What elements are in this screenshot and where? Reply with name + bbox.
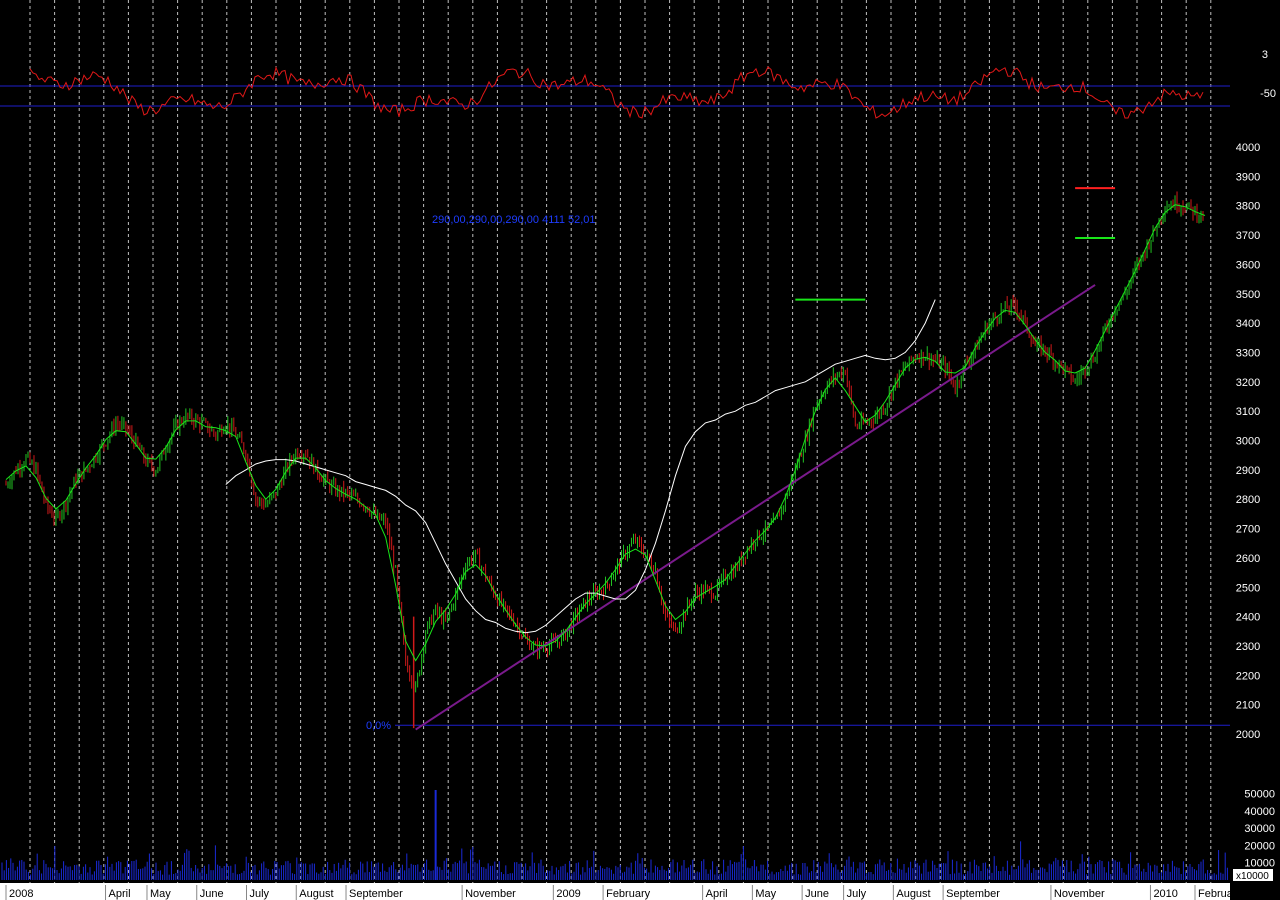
price-tick-3300: 3300	[1236, 347, 1260, 359]
price-tick-3900: 3900	[1236, 171, 1260, 183]
volume-tick-20000: 20000	[1244, 840, 1275, 852]
volume-tick-30000: 30000	[1244, 823, 1275, 835]
month-label-2: May	[150, 888, 171, 900]
volume-tick-50000: 50000	[1244, 788, 1275, 800]
volume-tick-40000: 40000	[1244, 806, 1275, 818]
month-label-6: September	[349, 888, 403, 900]
price-tick-3500: 3500	[1236, 289, 1260, 301]
month-label-5: August	[299, 888, 333, 900]
price-tick-2500: 2500	[1236, 582, 1260, 594]
month-label-14: August	[896, 888, 930, 900]
month-label-4: July	[249, 888, 269, 900]
price-tick-3400: 3400	[1236, 318, 1260, 330]
month-label-10: April	[706, 888, 728, 900]
price-tick-2600: 2600	[1236, 553, 1260, 565]
osc-tick-minus50: -50	[1260, 88, 1276, 100]
price-tick-2000: 2000	[1236, 729, 1260, 741]
price-tick-2200: 2200	[1236, 670, 1260, 682]
month-label-15: September	[946, 888, 1000, 900]
price-annotation: 290,00,290,00,290,00 4111 52,01	[432, 214, 596, 226]
month-label-9: February	[606, 888, 651, 900]
month-label-8: 2009	[556, 888, 580, 900]
month-label-7: November	[465, 888, 516, 900]
month-label-13: July	[847, 888, 867, 900]
month-label-18: February	[1198, 888, 1243, 900]
fib-0-label: 0,0%	[366, 720, 391, 732]
price-tick-4000: 4000	[1236, 142, 1260, 154]
price-axis: 4000 3900 3800 3700 3600 3500 3400 3300 3200 3100…	[1236, 142, 1260, 741]
price-tick-3800: 3800	[1236, 201, 1260, 213]
month-label-12: June	[805, 888, 829, 900]
price-tick-3200: 3200	[1236, 377, 1260, 389]
month-label-17: 2010	[1153, 888, 1177, 900]
price-tick-2100: 2100	[1236, 700, 1260, 712]
month-label-0: 2008	[9, 888, 33, 900]
price-tick-3600: 3600	[1236, 259, 1260, 271]
price-tick-2300: 2300	[1236, 641, 1260, 653]
price-tick-2400: 2400	[1236, 612, 1260, 624]
price-tick-2700: 2700	[1236, 524, 1260, 536]
stock-chart: 3 -50 0,0% 290,00,290,00,290,00 4111 52,…	[0, 0, 1280, 900]
price-tick-2900: 2900	[1236, 465, 1260, 477]
month-label-11: May	[755, 888, 776, 900]
price-tick-3700: 3700	[1236, 230, 1260, 242]
price-tick-3100: 3100	[1236, 406, 1260, 418]
price-tick-3000: 3000	[1236, 436, 1260, 448]
month-label-16: November	[1054, 888, 1105, 900]
volume-tick-10000: 10000	[1244, 858, 1275, 870]
price-tick-2800: 2800	[1236, 494, 1260, 506]
volume-unit-label: x10000	[1236, 871, 1269, 882]
osc-tick-3: 3	[1262, 49, 1268, 61]
month-label-3: June	[200, 888, 224, 900]
month-label-1: April	[109, 888, 131, 900]
